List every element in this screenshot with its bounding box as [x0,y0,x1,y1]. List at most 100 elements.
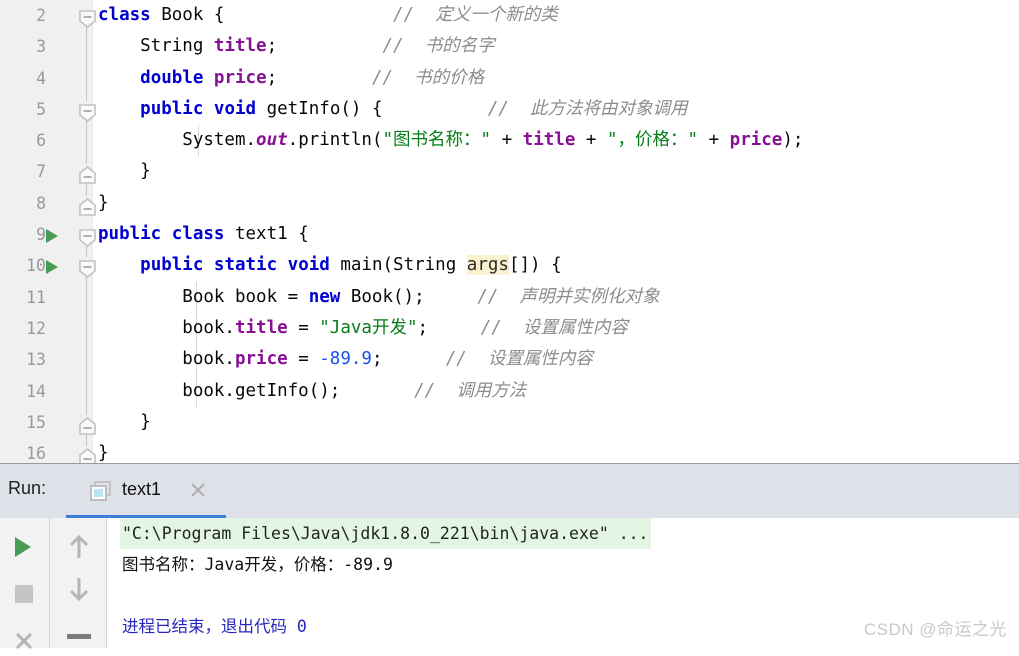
x-icon[interactable] [13,630,35,656]
code-token: // 书的价格 [371,67,485,88]
code-token: // 此方法将由对象调用 [487,98,688,119]
line-number: 11 [26,287,46,307]
code-text: } [98,188,109,219]
code-token: + [491,130,523,151]
code-line[interactable]: 4 double price; // 书的价格 [0,62,1019,95]
code-text: book.price = -89.9; // 设置属性内容 [98,344,593,375]
code-token: } [98,411,151,432]
code-line[interactable]: 2 class Book { // 定义一个新的类 [0,0,1019,32]
fold-gutter[interactable] [78,31,98,64]
code-line[interactable]: 15 } [0,406,1019,439]
code-token: book. [98,349,235,370]
fold-gutter[interactable] [78,62,98,95]
code-token: double [140,67,204,88]
code-line[interactable]: 3 String title; // 书的名字 [0,31,1019,64]
console-line-text: "C:\Program Files\Java\jdk1.8.0_221\bin\… [120,518,651,549]
code-token: } [98,192,109,213]
code-line[interactable]: 6 System.out.println("图书名称：" + title + "… [0,125,1019,158]
code-text: } [98,407,151,438]
line-number: 9 [36,225,46,245]
code-token: } [98,161,151,182]
fold-gutter[interactable] [78,250,98,283]
code-line[interactable]: 10 public static void main(String args[]… [0,250,1019,283]
code-token: class [98,5,151,25]
line-number: 3 [36,37,46,57]
code-token: ; [266,36,278,57]
fold-marker-icon[interactable] [79,445,96,463]
run-label: Run: [8,478,47,498]
line-number: 12 [26,318,46,338]
code-token: []) { [508,255,562,276]
code-token: text1 { [224,224,309,245]
code-token: public void [140,98,257,119]
code-token: .println( [287,130,383,151]
fold-gutter[interactable] [78,156,98,189]
close-icon[interactable] [189,481,207,499]
code-line[interactable]: 11 Book book = new Book(); // 声明并实例化对象 [0,281,1019,314]
fold-gutter[interactable] [78,375,98,408]
stop-icon[interactable] [13,583,35,609]
line-number: 2 [36,6,46,25]
fold-gutter[interactable] [78,281,98,314]
fold-gutter[interactable] [78,125,98,158]
code-token: main(String [329,255,467,276]
run-tab-label: text1 [122,479,162,499]
code-text: book.getInfo(); // 调用方法 [98,376,526,407]
run-tab-text1[interactable]: text1 [66,465,226,519]
fold-gutter[interactable] [78,438,98,463]
code-token: { [203,5,225,25]
line-number: 5 [36,99,46,119]
fold-gutter[interactable] [78,219,98,252]
console-line-text: 进程已结束，退出代码 0 [122,617,307,636]
line-number: 15 [26,412,46,432]
code-token: public class [98,224,225,245]
code-line[interactable]: 9 public class text1 { [0,219,1019,252]
play-icon[interactable] [12,535,34,563]
arrow-down-icon[interactable] [67,576,91,606]
code-text: public void getInfo() { // 此方法将由对象调用 [98,94,688,125]
code-line[interactable]: 5 public void getInfo() { // 此方法将由对象调用 [0,93,1019,126]
code-editor[interactable]: 2 class Book { // 定义一个新的类 3 String title; … [0,0,1019,463]
watermark: CSDN @命运之光 [863,620,1007,639]
code-token: Book(); [340,286,425,307]
code-token: out [256,130,288,151]
code-token: "，价格：" [606,130,699,151]
code-token: Book book = [98,286,309,307]
code-text: } [98,438,109,463]
code-token: "图书名称：" [382,130,492,151]
code-line[interactable]: 14 book.getInfo(); // 调用方法 [0,375,1019,408]
code-token: // 声明并实例化对象 [477,286,660,307]
code-text: String title; // 书的名字 [98,31,495,62]
code-line[interactable]: 7 } [0,156,1019,189]
code-text: Book book = new Book(); // 声明并实例化对象 [98,282,659,313]
code-token: -89.9 [319,349,372,370]
fold-gutter[interactable] [78,312,98,345]
fold-gutter[interactable] [78,0,98,32]
code-token: price [729,130,783,151]
code-token: = [287,349,320,370]
code-text: public class text1 { [98,219,309,250]
fold-gutter[interactable] [78,344,98,377]
fold-gutter[interactable] [78,187,98,219]
code-text: public static void main(String args[]) { [98,250,562,281]
fold-gutter[interactable] [78,406,98,439]
code-line[interactable]: 12 book.title = "Java开发"; // 设置属性内容 [0,312,1019,345]
run-gutter-icon[interactable] [44,219,62,250]
code-line[interactable]: 8} [0,187,1019,219]
code-line[interactable]: 16} [0,438,1019,463]
fold-gutter[interactable] [78,93,98,126]
minus-icon[interactable] [65,628,93,648]
code-line[interactable]: 13 book.price = -89.9; // 设置属性内容 [0,344,1019,377]
run-gutter-icon[interactable] [44,250,62,281]
arrow-up-icon[interactable] [67,534,91,564]
